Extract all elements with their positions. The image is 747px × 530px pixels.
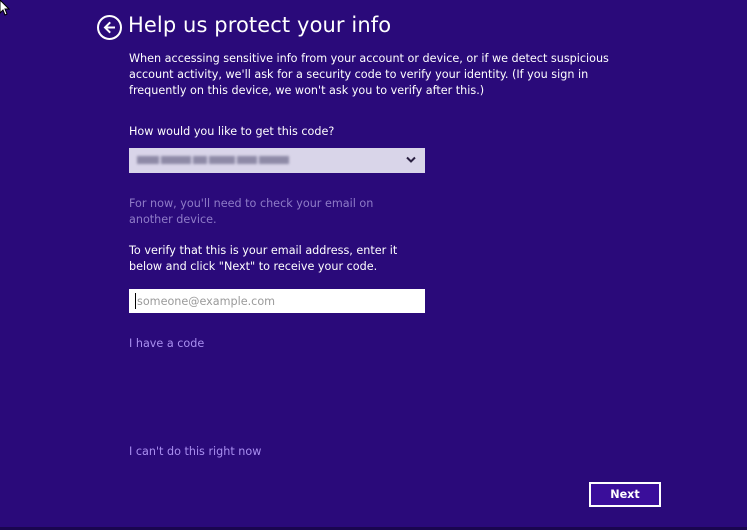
verification-method-select[interactable]: [129, 148, 425, 173]
method-label: How would you like to get this code?: [129, 125, 335, 138]
email-note: For now, you'll need to check your email…: [129, 197, 374, 226]
page-title: Help us protect your info: [128, 13, 392, 37]
text-caret: [135, 293, 136, 309]
back-button[interactable]: [97, 15, 122, 40]
back-arrow-icon: [103, 21, 115, 34]
cant-do-now-link[interactable]: I can't do this right now: [129, 445, 261, 458]
security-code-page: Help us protect your info When accessing…: [0, 0, 747, 530]
next-button[interactable]: Next: [589, 482, 661, 507]
intro-text: When accessing sensitive info from your …: [129, 52, 609, 97]
redacted-email-value: [137, 156, 292, 165]
verify-instructions: To verify that this is your email addres…: [129, 244, 398, 273]
mouse-pointer-icon: [0, 0, 10, 16]
chevron-down-icon: [406, 156, 416, 163]
have-code-link[interactable]: I have a code: [129, 337, 204, 350]
email-field[interactable]: [129, 289, 425, 313]
